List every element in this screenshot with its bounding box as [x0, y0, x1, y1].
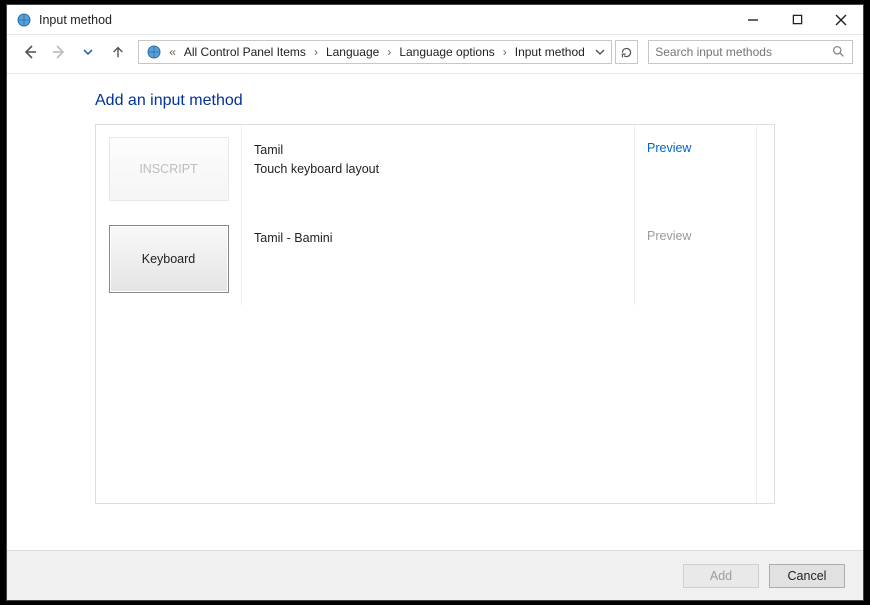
breadcrumb-item[interactable]: Language options: [393, 45, 500, 59]
window-frame: Input method: [6, 4, 864, 601]
breadcrumb-item[interactable]: All Control Panel Items: [178, 45, 312, 59]
search-input[interactable]: [655, 45, 832, 59]
chevron-right-icon: ›: [312, 45, 320, 59]
refresh-button[interactable]: [615, 40, 638, 64]
scrollbar[interactable]: [756, 125, 774, 503]
method-name: Tamil: [254, 141, 622, 160]
back-button[interactable]: [17, 39, 42, 65]
address-bar[interactable]: « All Control Panel Items › Language › L…: [138, 40, 612, 64]
chevron-right-icon: ›: [501, 45, 509, 59]
search-box[interactable]: [648, 40, 853, 64]
app-icon: [15, 11, 33, 29]
method-name: Tamil - Bamini: [254, 229, 622, 248]
chevron-right-icon: ›: [385, 45, 393, 59]
titlebar: Input method: [7, 5, 863, 35]
minimize-button[interactable]: [731, 5, 775, 34]
nav-bar: « All Control Panel Items › Language › L…: [7, 35, 863, 69]
close-button[interactable]: [819, 5, 863, 34]
tile-label: INSCRIPT: [139, 162, 197, 176]
content-area: Add an input method INSCRIPT Tamil Touch…: [7, 74, 863, 550]
list-item[interactable]: Keyboard Tamil - Bamini Preview: [96, 213, 774, 305]
method-description: Tamil Touch keyboard layout: [241, 125, 634, 213]
search-icon: [832, 45, 846, 59]
preview-link[interactable]: Preview: [647, 141, 691, 155]
up-button[interactable]: [105, 39, 130, 65]
address-icon: [145, 43, 163, 61]
recent-dropdown[interactable]: [76, 39, 101, 65]
breadcrumb-prefix: «: [167, 45, 178, 59]
tile-label: Keyboard: [142, 252, 196, 266]
window-controls: [731, 5, 863, 34]
maximize-button[interactable]: [775, 5, 819, 34]
page-title: Add an input method: [95, 92, 863, 110]
address-dropdown[interactable]: [591, 41, 609, 63]
method-subtext: Touch keyboard layout: [254, 160, 622, 179]
list-item[interactable]: INSCRIPT Tamil Touch keyboard layout Pre…: [96, 125, 774, 213]
layout-tile-inscript: INSCRIPT: [109, 137, 229, 201]
layout-tile-keyboard[interactable]: Keyboard: [109, 225, 229, 293]
preview-link-disabled: Preview: [647, 229, 691, 243]
breadcrumb-item[interactable]: Input method: [509, 45, 591, 59]
forward-button[interactable]: [46, 39, 71, 65]
input-method-list: INSCRIPT Tamil Touch keyboard layout Pre…: [95, 124, 775, 504]
method-description: Tamil - Bamini: [241, 213, 634, 305]
breadcrumb-item[interactable]: Language: [320, 45, 385, 59]
add-button[interactable]: Add: [683, 564, 759, 588]
window-title: Input method: [39, 13, 731, 27]
footer: Add Cancel: [7, 550, 863, 600]
cancel-button[interactable]: Cancel: [769, 564, 845, 588]
